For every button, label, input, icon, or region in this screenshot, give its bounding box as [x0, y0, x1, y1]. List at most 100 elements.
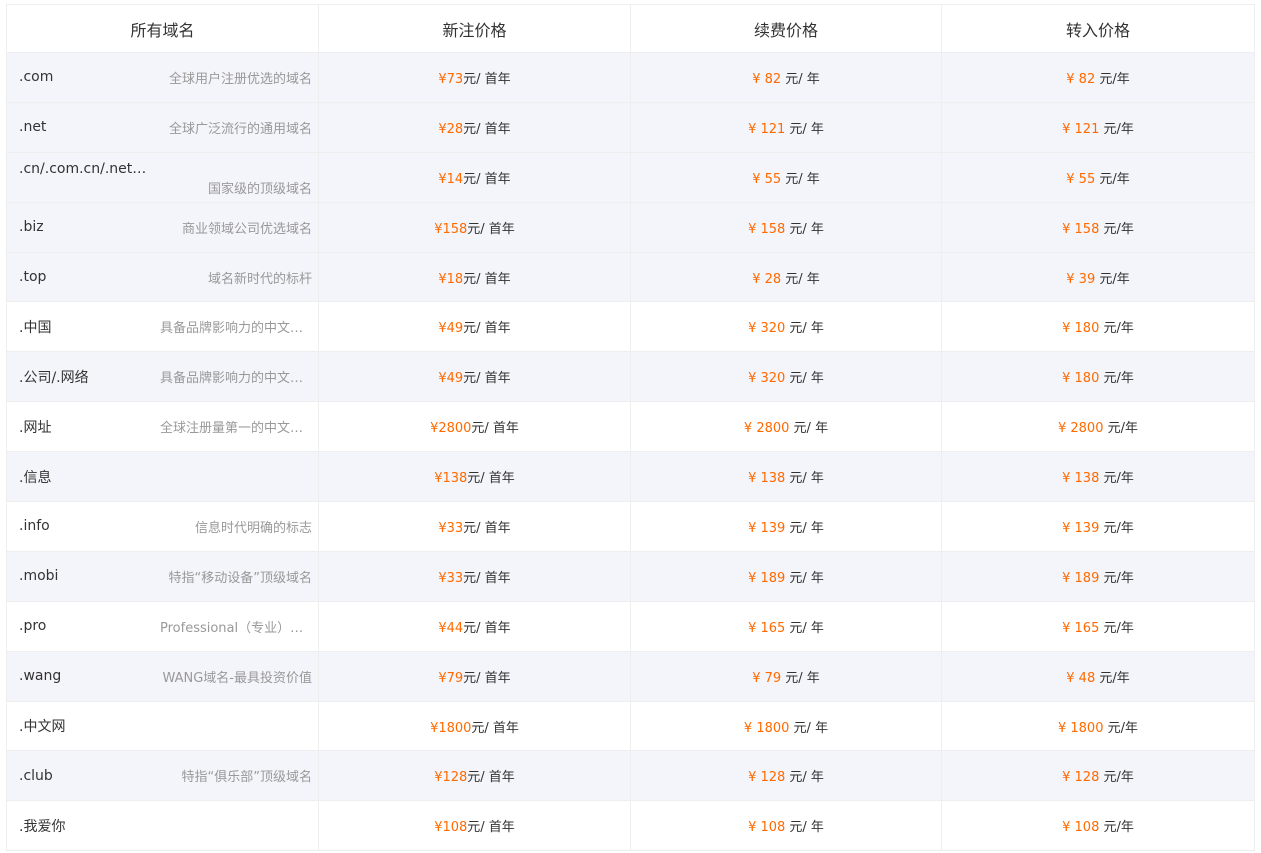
- domain-name-cell: .网址 全球注册量第一的中文域名: [6, 401, 319, 453]
- price-amount: ¥ 158: [748, 221, 786, 237]
- domain-description: 具备品牌影响力的中文域名: [160, 371, 312, 387]
- domain-suffix[interactable]: .我爱你: [19, 816, 65, 836]
- price-amount: ¥79: [438, 670, 464, 686]
- price-text: ¥138元/ 首年: [434, 471, 515, 486]
- price-amount: ¥18: [438, 271, 464, 287]
- price-text: ¥ 158 元/ 年: [748, 222, 824, 237]
- price-text: ¥ 1800 元/ 年: [744, 721, 828, 736]
- renew-price-cell: ¥ 158 元/ 年: [630, 201, 942, 253]
- price-text: ¥ 158 元/年: [1062, 222, 1134, 237]
- price-text: ¥128元/ 首年: [434, 770, 515, 785]
- price-amount: ¥49: [438, 321, 464, 337]
- table-row: .wang WANG域名-最具投资价值 ¥79元/ 首年 ¥ 79 元/ 年 ¥ 48 …: [6, 650, 1255, 702]
- domain-description: 信息时代明确的标志: [194, 520, 312, 536]
- domain-suffix[interactable]: .信息: [19, 467, 51, 487]
- domain-name-cell: .中文网: [6, 700, 319, 752]
- new-price-cell: ¥158元/ 首年: [318, 201, 631, 253]
- price-text: ¥ 108 元/年: [1062, 820, 1134, 835]
- header-renew-price: 续费价格: [630, 4, 942, 53]
- price-unit: 元/ 首年: [463, 71, 511, 87]
- renew-price-cell: ¥ 165 元/ 年: [630, 600, 942, 652]
- domain-suffix[interactable]: .top: [19, 269, 46, 285]
- price-amount: ¥ 189: [748, 570, 786, 586]
- price-unit: 元/ 年: [785, 121, 824, 137]
- table-row: .中文网 ¥1800元/ 首年 ¥ 1800 元/ 年 ¥ 1800 元/年: [6, 700, 1255, 752]
- renew-price-cell: ¥ 55 元/ 年: [630, 151, 942, 203]
- domain-suffix[interactable]: .net: [19, 119, 46, 135]
- price-amount: ¥33: [438, 570, 464, 586]
- price-text: ¥ 48 元/年: [1066, 671, 1129, 686]
- transfer-price-cell: ¥ 189 元/年: [941, 550, 1255, 602]
- price-unit: 元/ 首年: [471, 720, 519, 736]
- price-text: ¥ 82 元/ 年: [752, 72, 820, 87]
- price-text: ¥49元/ 首年: [438, 371, 510, 386]
- price-text: ¥ 138 元/年: [1062, 471, 1134, 486]
- domain-suffix[interactable]: .中文网: [19, 716, 65, 736]
- domain-price-table: 所有域名 新注价格 续费价格 转入价格 .com 全球用户注册优选的域名 ¥73元/…: [6, 4, 1255, 852]
- price-unit: 元/ 首年: [467, 471, 515, 487]
- domain-suffix[interactable]: .wang: [19, 668, 61, 684]
- price-amount: ¥44: [438, 620, 464, 636]
- domain-suffix[interactable]: .club: [19, 768, 53, 784]
- price-text: ¥ 189 元/ 年: [748, 571, 824, 586]
- domain-suffix[interactable]: .pro: [19, 618, 46, 634]
- domain-name-cell: .公司/.网络 具备品牌影响力的中文域名: [6, 351, 319, 403]
- transfer-price-cell: ¥ 180 元/年: [941, 351, 1255, 403]
- price-text: ¥ 1800 元/年: [1058, 721, 1138, 736]
- price-text: ¥ 55 元/年: [1066, 172, 1129, 187]
- domain-suffix[interactable]: .中国: [19, 317, 51, 337]
- price-text: ¥73元/ 首年: [438, 72, 510, 87]
- transfer-price-cell: ¥ 165 元/年: [941, 600, 1255, 652]
- price-amount: ¥73: [438, 71, 464, 87]
- price-amount: ¥ 180: [1062, 371, 1100, 387]
- price-amount: ¥ 55: [752, 171, 782, 187]
- price-amount: ¥ 189: [1062, 570, 1100, 586]
- price-amount: ¥ 128: [748, 770, 786, 786]
- price-text: ¥ 28 元/ 年: [752, 272, 820, 287]
- price-unit: 元/ 首年: [463, 670, 511, 686]
- price-unit: 元/ 年: [789, 421, 829, 437]
- transfer-price-cell: ¥ 128 元/年: [941, 750, 1255, 802]
- domain-description: WANG域名-最具投资价值: [162, 670, 312, 686]
- price-amount: ¥2800: [430, 421, 472, 437]
- price-amount: ¥ 138: [748, 471, 786, 487]
- transfer-price-cell: ¥ 1800 元/年: [941, 700, 1255, 752]
- price-unit: 元/年: [1099, 520, 1134, 536]
- renew-price-cell: ¥ 189 元/ 年: [630, 550, 942, 602]
- price-amount: ¥ 79: [752, 670, 782, 686]
- domain-suffix[interactable]: .com: [19, 69, 53, 85]
- renew-price-cell: ¥ 82 元/ 年: [630, 52, 942, 103]
- domain-suffix[interactable]: .info: [19, 518, 50, 534]
- domain-name-cell: .mobi 特指“移动设备”顶级域名: [6, 550, 319, 602]
- domain-suffix[interactable]: .biz: [19, 219, 44, 235]
- price-amount: ¥ 320: [748, 321, 786, 337]
- renew-price-cell: ¥ 28 元/ 年: [630, 251, 942, 303]
- price-amount: ¥108: [434, 820, 468, 836]
- new-price-cell: ¥49元/ 首年: [318, 351, 631, 403]
- price-amount: ¥158: [434, 221, 468, 237]
- price-text: ¥33元/ 首年: [438, 571, 510, 586]
- domain-suffix[interactable]: .网址: [19, 417, 51, 437]
- renew-price-cell: ¥ 2800 元/ 年: [630, 401, 942, 453]
- domain-suffix[interactable]: .cn/.com.cn/.net.cn/.org.cn: [19, 161, 149, 177]
- price-unit: 元/年: [1095, 670, 1130, 686]
- price-unit: 元/ 年: [789, 720, 829, 736]
- domain-suffix[interactable]: .mobi: [19, 568, 58, 584]
- price-text: ¥18元/ 首年: [438, 272, 510, 287]
- price-unit: 元/ 年: [785, 520, 824, 536]
- price-amount: ¥128: [434, 770, 468, 786]
- price-amount: ¥49: [438, 371, 464, 387]
- price-text: ¥ 79 元/ 年: [752, 671, 820, 686]
- domain-description: 国家级的顶级域名: [207, 182, 312, 198]
- new-price-cell: ¥2800元/ 首年: [318, 401, 631, 453]
- price-text: ¥79元/ 首年: [438, 671, 510, 686]
- price-amount: ¥ 1800: [1057, 720, 1104, 736]
- new-price-cell: ¥14元/ 首年: [318, 151, 631, 203]
- renew-price-cell: ¥ 320 元/ 年: [630, 301, 942, 353]
- transfer-price-cell: ¥ 48 元/年: [941, 650, 1255, 702]
- renew-price-cell: ¥ 108 元/ 年: [630, 800, 942, 852]
- price-amount: ¥ 82: [1066, 71, 1096, 87]
- renew-price-cell: ¥ 138 元/ 年: [630, 451, 942, 503]
- price-unit: 元/ 首年: [467, 820, 515, 836]
- domain-suffix[interactable]: .公司/.网络: [19, 367, 89, 387]
